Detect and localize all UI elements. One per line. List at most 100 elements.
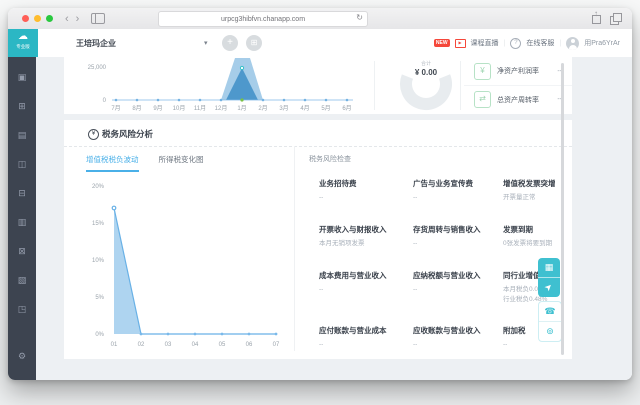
sidebar-icon-5[interactable]: ⊟ [18,189,26,198]
add-company-button[interactable]: + [222,35,238,51]
question-icon: ? [510,37,522,49]
edition-label: 专业版 [16,44,30,50]
side-navigation: ▣ ⊞ ▤ ◫ ⊟ ▥ ⊠ ▧ ◳ ⚙ [8,57,36,380]
metric-label: 总资产周转率 [497,96,539,104]
live-video-icon: ▶ [454,38,466,48]
svg-text:03: 03 [165,342,172,348]
sidebar-icon-1[interactable]: ▣ [18,73,27,82]
browser-window: ‹ › urpcg3hibfvn.chanapp.com ↻ ↑ ☁ 专业版 王… [8,8,632,380]
risk-check-item: 应收账款与营业收入 -- [413,325,481,348]
back-button[interactable]: ‹ [65,13,69,24]
risk-check-item: 成本费用与营业收入 -- [319,271,387,293]
svg-text:8月: 8月 [132,105,141,112]
app-logo[interactable]: ☁ 专业版 [8,29,38,57]
sidebar-icon-8[interactable]: ▧ [18,276,27,285]
risk-check-grid: 业务招待费 -- 广告与业务宣传费 -- 增值税发票突增 开票量正常 开票收入与… [309,178,572,351]
section-title: 税务风险分析 [102,129,154,139]
svg-text:4月: 4月 [300,105,309,112]
svg-text:05: 05 [219,342,226,348]
sidebar-toggle-icon[interactable] [91,13,106,24]
risk-check-heading: 税务风险检查 [309,156,351,163]
zoom-window-button[interactable] [46,15,53,22]
svg-text:04: 04 [192,342,199,348]
svg-text:2月: 2月 [258,105,267,112]
settings-gear-icon[interactable]: ⚙ [18,352,26,361]
area-line [113,207,276,335]
new-badge: NEW [433,39,450,47]
close-window-button[interactable] [22,15,29,22]
section-icon: ¥ [88,129,99,140]
area-fill [114,208,276,334]
svg-text:02: 02 [138,342,145,348]
app-header: ☁ 专业版 王培玛企业 ▾ + ⊞ NEW ▶ 课程直播 | ? 在线客服 | … [8,29,632,58]
turnover-rate-icon: ⇄ [474,91,491,108]
green-dot [240,98,244,102]
report-grid-button[interactable]: ▦ [538,258,560,277]
svg-text:20%: 20% [92,184,105,190]
chevron-down-icon[interactable]: ▾ [204,39,208,47]
vat-burden-chart: 20% 15% 10% 5% 0% 01 02 03 04 05 06 07 [92,184,280,348]
svg-text:10%: 10% [92,258,105,264]
profit-rate-icon: ¥ [474,62,491,80]
svg-text:10月: 10月 [173,105,186,112]
sidebar-icon-3[interactable]: ▤ [18,131,27,140]
svg-text:01: 01 [111,342,118,348]
svg-text:11月: 11月 [194,105,206,112]
minimize-window-button[interactable] [34,15,41,22]
cloud-icon: ☁ [18,31,28,42]
apps-grid-button[interactable]: ⊞ [246,35,262,51]
avatar[interactable] [566,36,580,50]
url-text: urpcg3hibfvn.chanapp.com [220,15,306,23]
app-body: ▣ ⊞ ▤ ◫ ⊟ ▥ ⊠ ▧ ◳ ⚙ 25,000 0 7月 8月 9月 10… [8,57,632,380]
sidebar-icon-4[interactable]: ◫ [18,160,27,169]
svg-text:7月: 7月 [111,105,120,112]
svg-text:5%: 5% [95,295,104,301]
window-controls [22,15,53,22]
donut-value: ¥ 0.00 [415,68,438,77]
metric-row: ⇄ 总资产周转率 -- [464,85,572,113]
risk-check-item: 应付账款与营业成本 -- [319,325,387,348]
risk-check-item: 广告与业务宣传费 -- [413,179,473,201]
address-bar[interactable]: urpcg3hibfvn.chanapp.com ↻ [158,11,368,27]
peak-dot [239,65,245,71]
tab-overview-icon[interactable] [610,12,622,25]
customer-service-button[interactable]: ⊚ [539,321,561,341]
risk-check-item: 开票收入与财报收入 本月无销项发票 [319,225,387,247]
share-icon[interactable]: ↑ [591,10,601,24]
donut-label: 合计 [421,60,431,67]
risk-check-item: 存货周转与销售收入 -- [413,225,481,247]
browser-chrome: ‹ › urpcg3hibfvn.chanapp.com ↻ ↑ [8,8,632,30]
company-name[interactable]: 王培玛企业 [76,38,116,49]
metrics-panel: ¥ 净资产利润率 -- ⇄ 总资产周转率 -- [464,57,572,114]
send-feedback-button[interactable]: ➤ [538,277,560,297]
svg-text:1月: 1月 [237,105,246,112]
reload-icon[interactable]: ↻ [356,13,363,22]
svg-text:06: 06 [246,342,253,348]
sidebar-icon-6[interactable]: ▥ [18,218,27,227]
sidebar-icon-7[interactable]: ⊠ [18,247,26,256]
sidebar-icon-9[interactable]: ◳ [18,305,27,314]
page-scrollbar[interactable] [561,63,564,355]
svg-text:12月: 12月 [215,105,228,112]
phone-contact-button[interactable]: ☎ [539,302,561,321]
svg-text:15%: 15% [92,221,105,227]
floating-teal-group: ▦ ➤ [538,258,560,297]
username[interactable]: 用Pra6YrAr [584,38,620,48]
monthly-trend-chart: 25,000 0 7月 8月 9月 10月 11月 12月 1月 2月 3月 4… [88,58,353,112]
header-right: NEW ▶ 课程直播 | ? 在线客服 | 用Pra6YrAr [433,29,620,57]
svg-text:5月: 5月 [321,105,330,112]
total-donut-gauge: 合计 ¥ 0.00 [400,58,452,110]
metric-label: 净资产利润率 [497,68,539,75]
floating-white-group: ☎ ⊚ [538,301,562,342]
svg-text:9月: 9月 [153,105,162,112]
overview-card: 25,000 0 7月 8月 9月 10月 11月 12月 1月 2月 3月 4… [64,57,572,114]
sidebar-icon-2[interactable]: ⊞ [18,102,26,111]
forward-button[interactable]: › [76,13,80,24]
paper-plane-icon: ➤ [542,280,555,294]
y-zero-label: 0 [103,98,107,104]
svg-text:0%: 0% [95,332,104,338]
online-service-link[interactable]: 在线客服 [526,38,554,48]
live-course-link[interactable]: 课程直播 [471,38,499,48]
risk-check-item: 业务招待费 -- [319,179,357,201]
peak-point [111,205,117,211]
